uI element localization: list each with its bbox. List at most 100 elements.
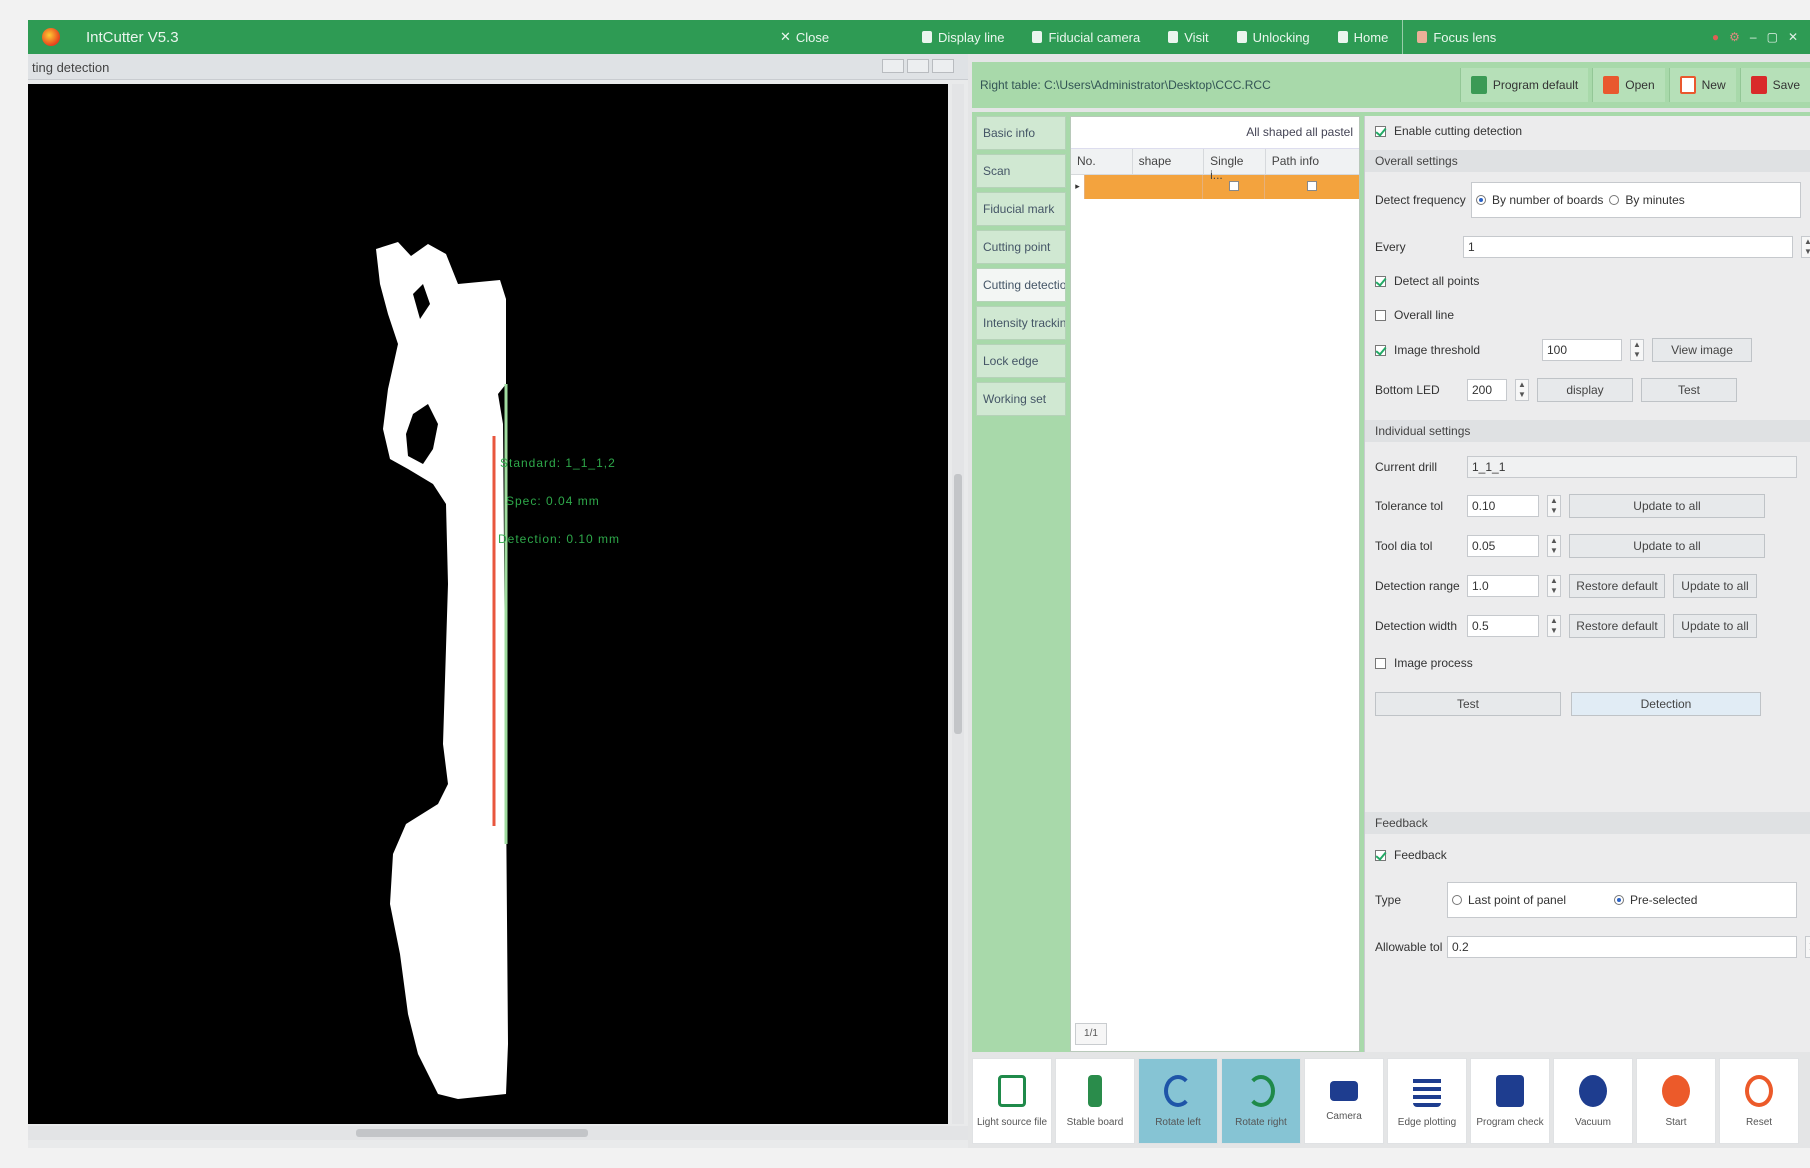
feedback-row[interactable]: Feedback: [1375, 848, 1447, 862]
col-single[interactable]: Single i...: [1204, 149, 1266, 182]
menu-fiducial-camera[interactable]: Fiducial camera: [1018, 20, 1154, 54]
detection-width-input[interactable]: 0.5: [1467, 615, 1539, 637]
threshold-spinner[interactable]: ▲ ▼: [1630, 339, 1644, 361]
camera-button[interactable]: Camera: [1304, 1058, 1384, 1144]
tolerance-input[interactable]: 0.10: [1467, 495, 1539, 517]
test-led-button[interactable]: Test: [1641, 378, 1737, 402]
horizontal-scroll-thumb[interactable]: [356, 1129, 588, 1137]
window-close-icon[interactable]: ✕: [1788, 30, 1798, 44]
vertical-scrollbar[interactable]: [952, 84, 964, 1124]
tool-update-all-button[interactable]: Update to all: [1569, 534, 1765, 558]
allowable-tol-spinner[interactable]: ▲▼: [1805, 936, 1810, 958]
light-source-file-button[interactable]: Light source file: [972, 1058, 1052, 1144]
detection-width-spinner[interactable]: ▲ ▼: [1547, 615, 1561, 637]
detect-all-points-checkbox[interactable]: [1375, 275, 1386, 287]
col-shape[interactable]: shape: [1133, 149, 1205, 174]
rotate-right-button[interactable]: Rotate right: [1221, 1058, 1301, 1144]
row-single-checkbox[interactable]: [1228, 181, 1239, 191]
menu-visit[interactable]: Visit: [1154, 20, 1222, 54]
open-button[interactable]: Open: [1592, 68, 1665, 102]
led-input[interactable]: 200: [1467, 379, 1507, 401]
test-button[interactable]: Test: [1375, 692, 1561, 716]
tab-working-set[interactable]: Working set: [976, 382, 1066, 416]
tolerance-update-all-button[interactable]: Update to all: [1569, 494, 1765, 518]
col-no[interactable]: No.: [1071, 149, 1133, 174]
list-pager[interactable]: 1/1: [1075, 1023, 1107, 1045]
save-button[interactable]: Save: [1739, 68, 1810, 102]
image-threshold-row: Image threshold 100 ▲ ▼ View image: [1375, 338, 1752, 362]
table-row[interactable]: ▸: [1071, 175, 1359, 199]
settings-gear-icon[interactable]: ⚙: [1729, 30, 1740, 44]
feedback-checkbox[interactable]: [1375, 849, 1386, 861]
width-update-all-button[interactable]: Update to all: [1673, 614, 1757, 638]
display-button[interactable]: display: [1537, 378, 1633, 402]
enable-detection-row[interactable]: Enable cutting detection: [1375, 124, 1522, 138]
tab-cutting-point[interactable]: Cutting point: [976, 230, 1066, 264]
image-threshold-checkbox[interactable]: [1375, 344, 1386, 356]
allowable-tol-input[interactable]: 0.2: [1447, 936, 1797, 958]
menu-home[interactable]: Home: [1324, 20, 1403, 54]
detection-range-spinner[interactable]: ▲ ▼: [1547, 575, 1561, 597]
view-image-button[interactable]: View image: [1652, 338, 1752, 362]
tab-fiducial-mark[interactable]: Fiducial mark: [976, 192, 1066, 226]
every-spinner[interactable]: ▲ ▼: [1801, 236, 1810, 258]
detection-image-canvas[interactable]: Standard: 1_1_1,2 Spec: 0.04 mm Detectio…: [28, 84, 948, 1124]
led-spinner[interactable]: ▲ ▼: [1515, 379, 1529, 401]
detection-range-input[interactable]: 1.0: [1467, 575, 1539, 597]
tool-tol-spinner[interactable]: ▲ ▼: [1547, 535, 1561, 557]
program-check-button[interactable]: Program check: [1470, 1058, 1550, 1144]
col-path-info[interactable]: Path info: [1266, 149, 1359, 174]
reset-button[interactable]: Reset: [1719, 1058, 1799, 1144]
overall-line-checkbox[interactable]: [1375, 309, 1386, 321]
settings-panel: Right table: C:\Users\Administrator\Desk…: [968, 54, 1810, 1148]
tab-lock-edge[interactable]: Lock edge: [976, 344, 1066, 378]
freq-minutes-radio[interactable]: [1609, 195, 1620, 205]
rotate-left-button[interactable]: Rotate left: [1138, 1058, 1218, 1144]
tab-basic-info[interactable]: Basic info: [976, 116, 1066, 150]
type-preselected-radio[interactable]: [1614, 895, 1624, 905]
enable-detection-checkbox[interactable]: [1375, 125, 1386, 137]
panel-restore-button[interactable]: [907, 59, 929, 73]
vertical-scroll-thumb[interactable]: [954, 474, 962, 734]
tab-intensity-tracking[interactable]: Intensity tracking: [976, 306, 1066, 340]
threshold-input[interactable]: 100: [1542, 339, 1622, 361]
list-filter-header[interactable]: All shaped all pastel: [1071, 117, 1359, 149]
range-update-all-button[interactable]: Update to all: [1673, 574, 1757, 598]
power-icon[interactable]: ●: [1712, 30, 1719, 44]
detect-all-points-row[interactable]: Detect all points: [1375, 274, 1479, 288]
close-button[interactable]: ✕ Close: [780, 20, 829, 54]
type-last-point-radio[interactable]: [1452, 895, 1462, 905]
detection-button[interactable]: Detection: [1571, 692, 1761, 716]
tab-cutting-detection[interactable]: Cutting detection: [976, 268, 1066, 302]
maximize-icon[interactable]: ▢: [1767, 30, 1778, 44]
image-panel-title: ting detection: [32, 60, 110, 75]
tab-scan[interactable]: Scan: [976, 154, 1066, 188]
row-path-checkbox[interactable]: [1307, 181, 1317, 191]
new-button[interactable]: New: [1668, 68, 1736, 102]
image-process-row[interactable]: Image process: [1375, 656, 1473, 670]
width-restore-default-button[interactable]: Restore default: [1569, 614, 1665, 638]
panel-minimize-button[interactable]: [882, 59, 904, 73]
menu-display-line[interactable]: Display line: [908, 20, 1018, 54]
panel-close-button[interactable]: [932, 59, 954, 73]
horizontal-scrollbar[interactable]: [28, 1126, 968, 1140]
every-input[interactable]: 1: [1463, 236, 1793, 258]
menu-unlocking[interactable]: Unlocking: [1223, 20, 1324, 54]
stable-board-button[interactable]: Stable board: [1055, 1058, 1135, 1144]
range-restore-default-button[interactable]: Restore default: [1569, 574, 1665, 598]
image-process-checkbox[interactable]: [1375, 657, 1386, 669]
tool-tol-input[interactable]: 0.05: [1467, 535, 1539, 557]
minimize-icon[interactable]: –: [1750, 30, 1757, 44]
detection-range-row: Detection range 1.0 ▲ ▼ Restore default U…: [1375, 574, 1757, 598]
vacuum-button[interactable]: Vacuum: [1553, 1058, 1633, 1144]
menu-focus-lens[interactable]: Focus lens: [1402, 20, 1510, 54]
individual-settings-header: Individual settings: [1365, 420, 1810, 442]
edge-plotting-button[interactable]: Edge plotting: [1387, 1058, 1467, 1144]
row-cell-single: [1203, 175, 1265, 199]
start-button[interactable]: Start: [1636, 1058, 1716, 1144]
tolerance-spinner[interactable]: ▲ ▼: [1547, 495, 1561, 517]
program-default-button[interactable]: Program default: [1459, 68, 1589, 102]
tolerance-row: Tolerance tol 0.10 ▲ ▼ Update to all: [1375, 494, 1765, 518]
freq-boards-radio[interactable]: [1476, 195, 1486, 205]
overall-line-row[interactable]: Overall line: [1375, 308, 1454, 322]
